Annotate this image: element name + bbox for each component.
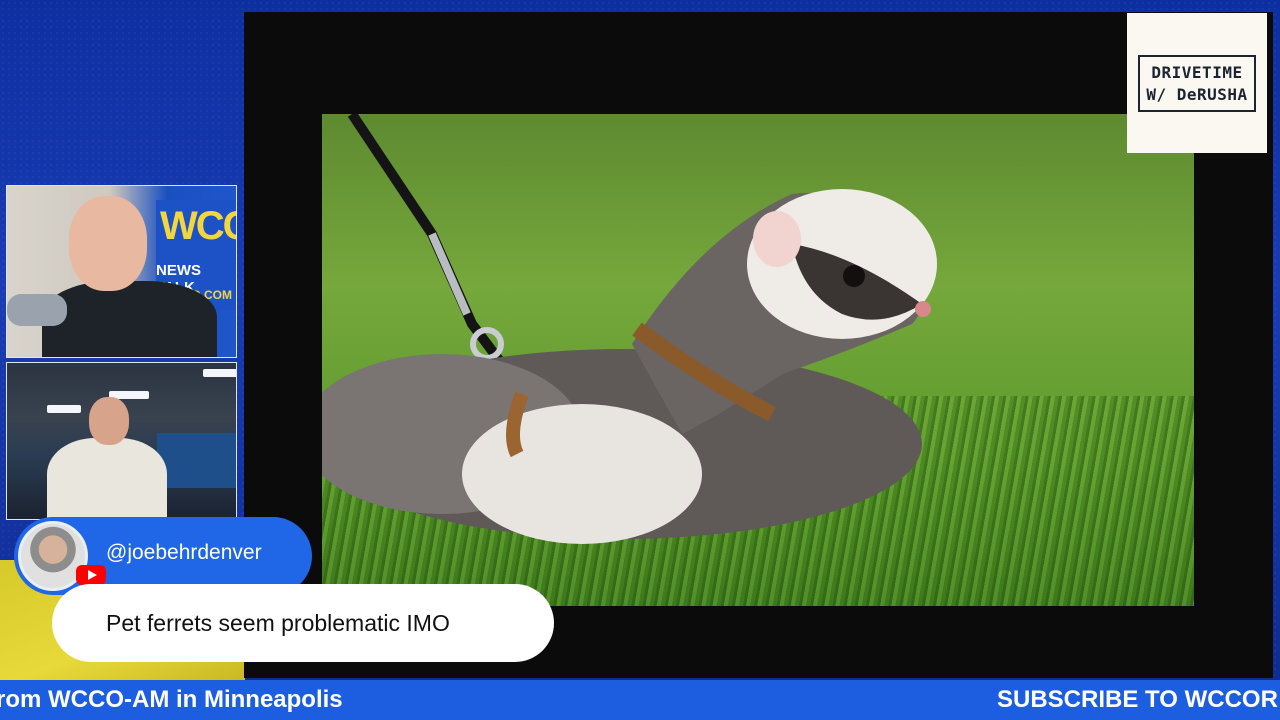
ferret-photo [322, 114, 1194, 606]
ceiling-light [47, 405, 81, 413]
host-2-body [47, 438, 167, 519]
ticker-text-right: SUBSCRIBE TO WCCOR [997, 686, 1278, 713]
ceiling-light [203, 369, 236, 377]
show-logo: DRIVETIME W/ DeRUSHA [1127, 13, 1267, 153]
studio-sign-brand: WCCO [160, 204, 236, 248]
host-camera-2 [6, 362, 237, 520]
host-2-head [89, 397, 129, 445]
news-ticker: rom WCCO-AM in Minneapolis SUBSCRIBE TO … [0, 680, 1280, 720]
microphone-icon [7, 294, 67, 326]
studio-monitor [157, 433, 236, 488]
show-logo-line-2: W/ DeRUSHA [1146, 84, 1248, 104]
host-camera-1: WCCO NEWS TALK RADIO.COM [6, 185, 237, 358]
host-1-head [69, 196, 147, 291]
host-1-body [42, 281, 217, 357]
chat-message-text: Pet ferrets seem problematic IMO [106, 609, 450, 636]
youtube-icon [76, 565, 106, 585]
show-logo-mark: DRIVETIME W/ DeRUSHA [1138, 54, 1256, 112]
chat-author-handle: @joebehrdenver [106, 541, 262, 564]
chat-message-bubble: Pet ferrets seem problematic IMO [52, 584, 554, 662]
show-logo-line-1: DRIVETIME [1151, 62, 1243, 82]
ferret-illustration [322, 114, 937, 544]
ticker-text-left: rom WCCO-AM in Minneapolis [0, 686, 343, 713]
